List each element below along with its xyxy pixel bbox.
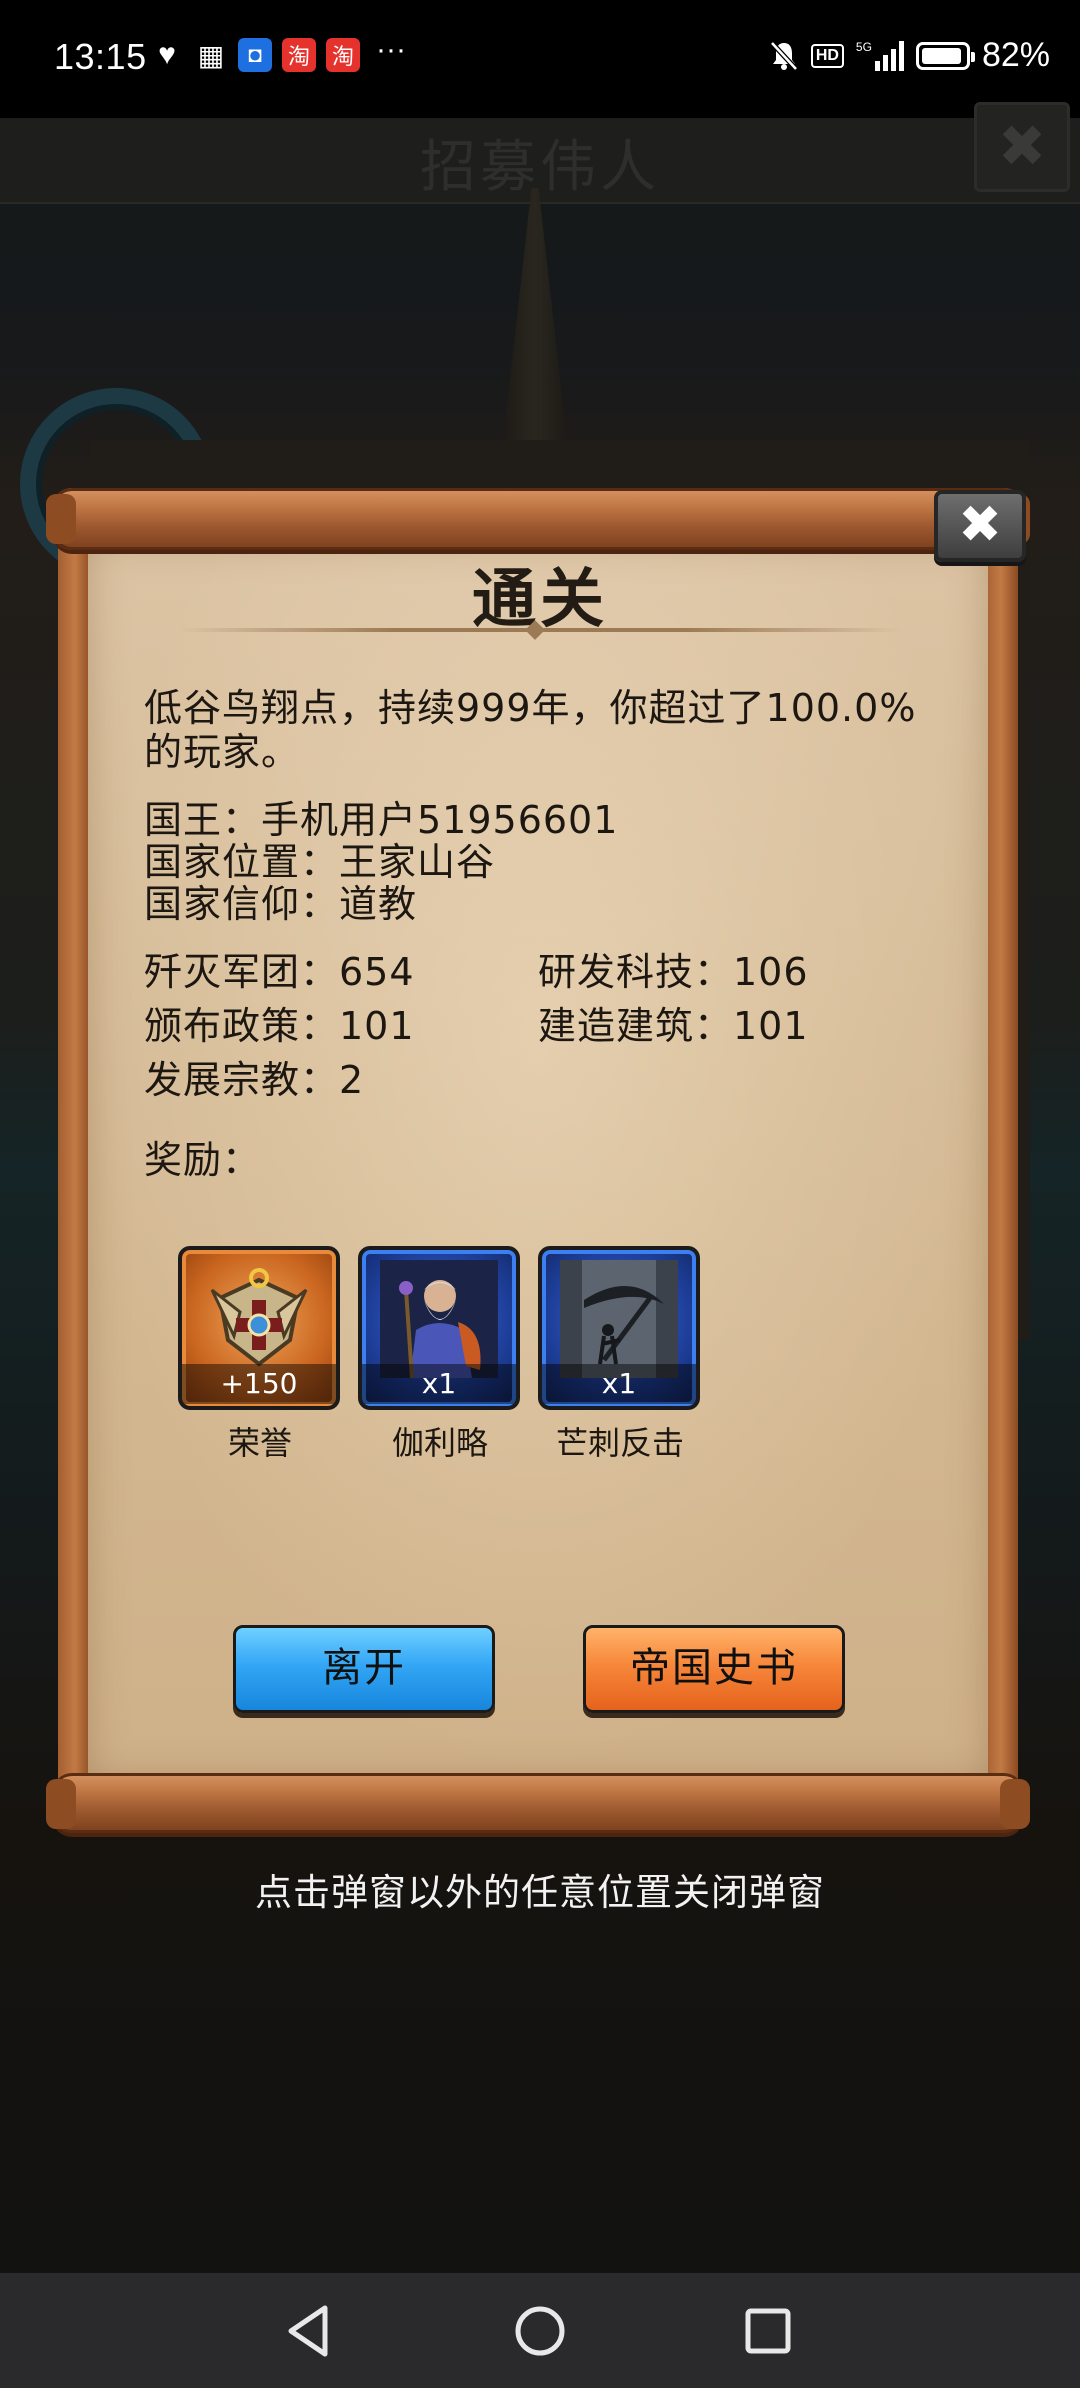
scroll-rod-bottom	[46, 1773, 1030, 1833]
king-name: 国王：手机用户51956601	[144, 798, 619, 842]
honor-emblem-icon	[200, 1260, 318, 1378]
navigation-bar	[0, 2273, 1080, 2388]
taobao-icon: 淘	[326, 38, 360, 72]
signal-icon: 5G	[855, 39, 904, 71]
galileo-portrait-icon	[380, 1260, 498, 1378]
stat-armies-destroyed: 歼灭军团：654	[144, 950, 415, 994]
clock: 13:15	[54, 36, 147, 77]
tower-illustration	[500, 188, 570, 468]
hd-icon: HD	[810, 43, 844, 68]
country-religion: 国家信仰：道教	[144, 882, 418, 926]
app-notification-icon: ◘	[238, 38, 272, 72]
reward-name: 芒刺反击	[555, 1424, 684, 1462]
reward-item[interactable]: x1 伽利略	[358, 1246, 522, 1464]
reward-quantity: x1	[362, 1364, 516, 1404]
thorn-counter-icon	[560, 1260, 678, 1378]
scroll-edge-right	[984, 528, 1018, 1788]
stat-technologies: 研发科技：106	[538, 950, 809, 994]
battery-percent: 82%	[981, 36, 1050, 74]
scroll-edge-left	[58, 528, 92, 1788]
background-close-icon: ✖	[974, 102, 1070, 192]
back-icon[interactable]	[278, 2301, 338, 2361]
network-type: 5G	[855, 39, 872, 54]
mute-bell-icon	[769, 40, 798, 71]
battery-level	[921, 47, 962, 64]
reward-name: 荣誉	[227, 1424, 292, 1462]
gift-icon: ▦	[197, 39, 225, 71]
notification-icons: ♥ ▦ ◘ 淘 淘 ···	[150, 33, 406, 72]
home-icon[interactable]	[510, 2301, 570, 2361]
dismiss-hint: 点击弹窗以外的任意位置关闭弹窗	[255, 1871, 825, 1914]
system-icons: HD 5G 82%	[769, 36, 1050, 75]
country-location: 国家位置：王家山谷	[144, 840, 496, 884]
recent-apps-icon[interactable]	[738, 2301, 798, 2361]
reward-quantity: x1	[542, 1364, 696, 1404]
reward-card: x1	[538, 1246, 700, 1410]
more-notifications-icon: ···	[376, 33, 406, 66]
app-notification-icon: ♥	[158, 38, 176, 71]
title-divider	[178, 628, 902, 632]
stat-policies: 颁布政策：101	[144, 1004, 415, 1048]
empire-history-button[interactable]: 帝国史书	[583, 1625, 845, 1713]
stat-buildings: 建造建筑：101	[538, 1004, 809, 1048]
background-header: 招募伟人	[0, 118, 1080, 204]
status-bar: 13:15 ♥ ▦ ◘ 淘 淘 ··· HD 5G 82%	[0, 0, 1080, 118]
scroll-rod-top	[46, 488, 1030, 550]
leave-button[interactable]: 离开	[233, 1625, 495, 1713]
reward-quantity: +150	[182, 1364, 336, 1404]
reward-name: 伽利略	[391, 1424, 488, 1462]
stat-religions: 发展宗教：2	[144, 1058, 365, 1102]
reward-card: x1	[358, 1246, 520, 1410]
reward-item[interactable]: +150 荣誉	[178, 1246, 342, 1464]
reward-card: +150	[178, 1246, 340, 1410]
taobao-icon: 淘	[282, 38, 316, 72]
battery-icon	[915, 41, 975, 70]
background-title: 招募伟人	[420, 135, 660, 200]
reward-item[interactable]: x1 芒刺反击	[538, 1246, 702, 1464]
rewards-label: 奖励：	[144, 1138, 262, 1182]
summary-text: 低谷鸟翔点，持续999年，你超过了100.0%的玩家。	[144, 686, 917, 774]
